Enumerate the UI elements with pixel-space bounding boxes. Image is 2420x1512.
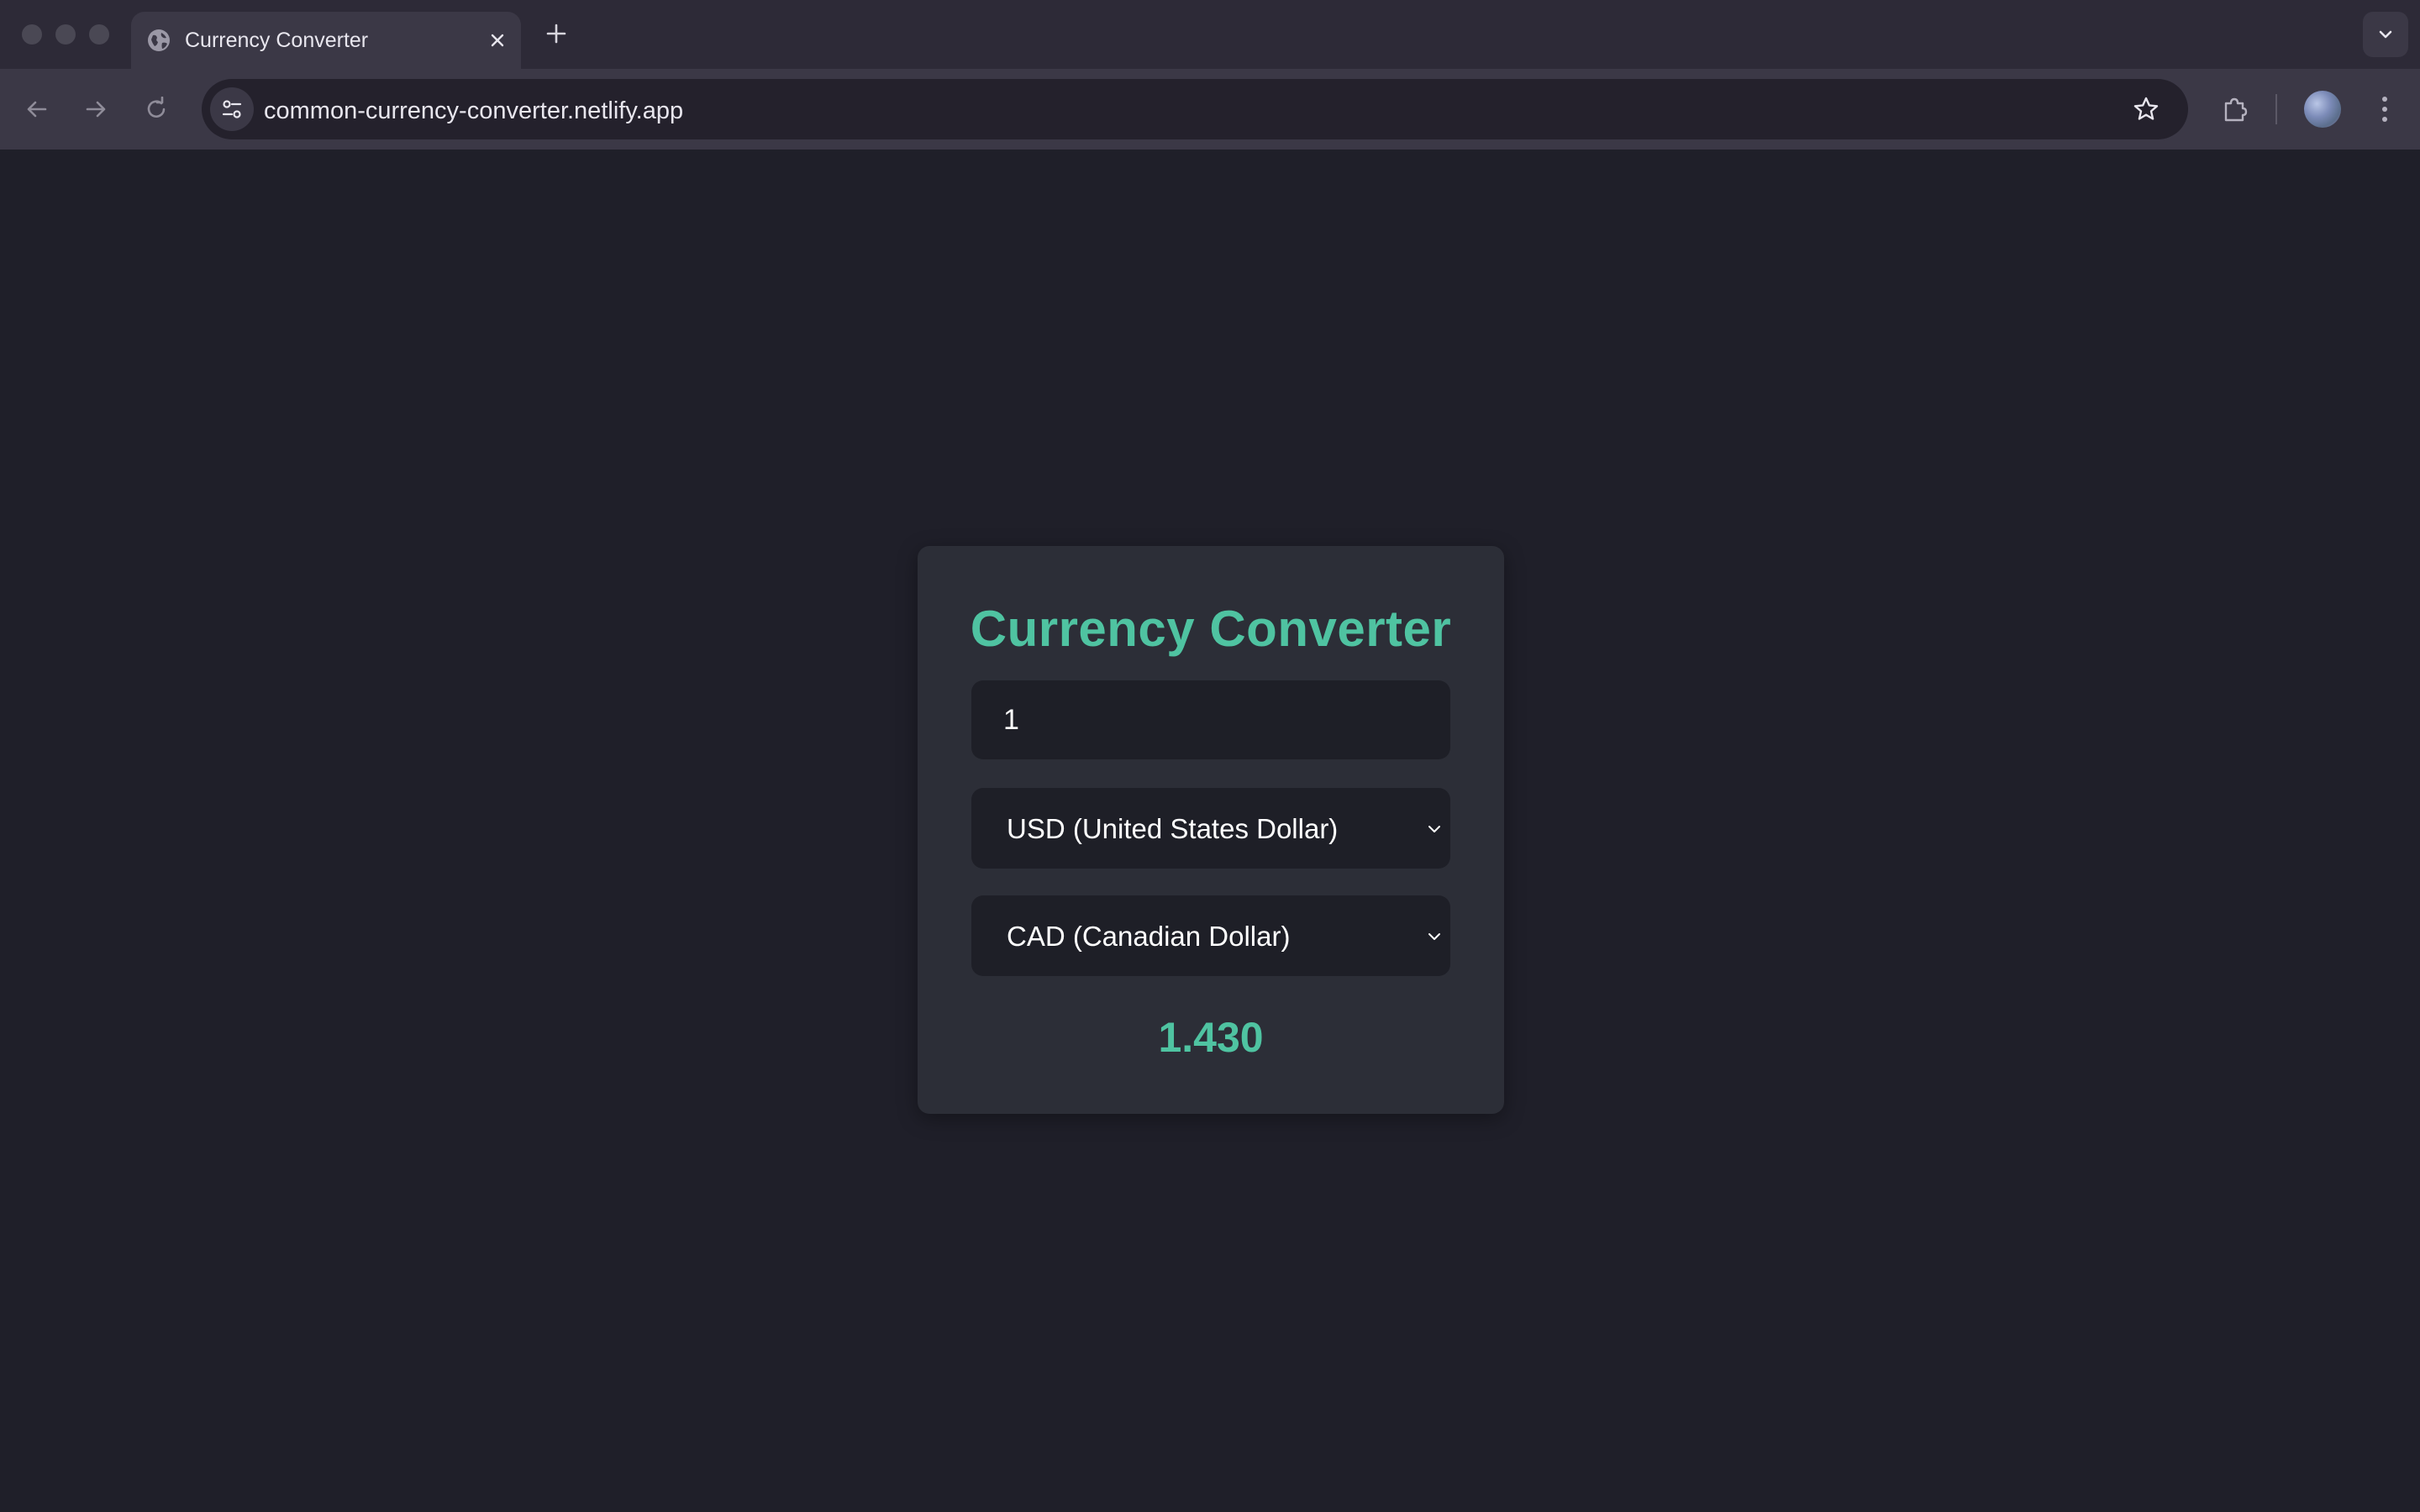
tune-icon (222, 100, 242, 118)
conversion-result: 1.430 (1158, 1014, 1264, 1061)
window-minimize-button[interactable] (55, 24, 76, 45)
globe-icon (146, 28, 171, 53)
close-tab-icon[interactable] (484, 27, 511, 54)
chevron-down-icon (2379, 30, 2392, 39)
from-currency-select[interactable]: USD (United States Dollar) (971, 788, 1450, 869)
to-currency-select[interactable]: CAD (Canadian Dollar) (971, 895, 1450, 976)
browser-toolbar: common-currency-converter.netlify.app (0, 69, 2420, 150)
plus-icon (546, 24, 566, 44)
chevron-down-icon (1425, 820, 1444, 838)
page-viewport: Currency Converter USD (United States Do… (0, 150, 2420, 1512)
forward-button[interactable] (77, 91, 114, 128)
kebab-menu-icon (2382, 97, 2387, 122)
window-close-button[interactable] (22, 24, 42, 45)
extensions-button[interactable] (2215, 89, 2255, 129)
page-title: Currency Converter (970, 601, 1452, 657)
converter-card: Currency Converter USD (United States Do… (918, 546, 1504, 1114)
address-bar[interactable]: common-currency-converter.netlify.app (202, 79, 2188, 139)
bookmark-button[interactable] (2129, 92, 2163, 126)
window-maximize-button[interactable] (89, 24, 109, 45)
browser-tab-active[interactable]: Currency Converter (131, 12, 521, 69)
profile-avatar[interactable] (2304, 91, 2341, 128)
reload-button[interactable] (138, 91, 175, 128)
star-icon (2133, 97, 2159, 120)
from-currency-value: USD (United States Dollar) (1007, 813, 1339, 844)
site-info-button[interactable] (210, 87, 254, 131)
browser-menu-button[interactable] (2368, 91, 2402, 128)
tab-search-button[interactable] (2363, 12, 2408, 57)
back-button[interactable] (18, 91, 55, 128)
puzzle-icon (2224, 97, 2248, 122)
reload-icon (147, 97, 166, 118)
to-currency-value: CAD (Canadian Dollar) (1007, 921, 1291, 952)
toolbar-divider (2275, 94, 2277, 124)
arrow-right-icon (86, 101, 106, 118)
new-tab-button[interactable] (541, 18, 571, 49)
url-text[interactable]: common-currency-converter.netlify.app (264, 97, 683, 125)
chevron-down-icon (1425, 927, 1444, 946)
amount-input[interactable] (971, 680, 1450, 759)
arrow-left-icon (27, 101, 47, 118)
browser-window: Currency Converter common-currency-conve… (0, 0, 2420, 1512)
tab-strip: Currency Converter (0, 0, 2420, 69)
tab-title: Currency Converter (185, 29, 369, 52)
